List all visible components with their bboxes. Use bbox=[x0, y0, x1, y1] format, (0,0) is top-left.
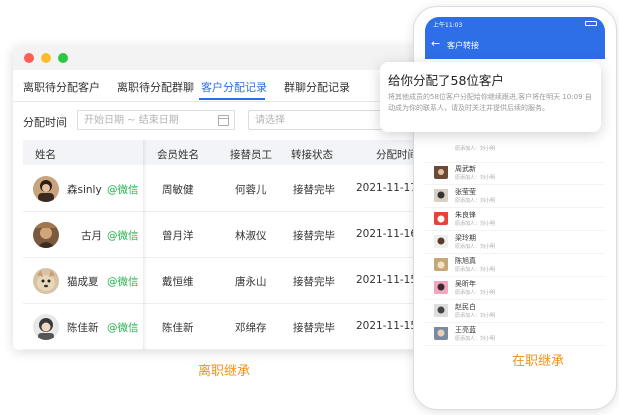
window-titlebar bbox=[13, 46, 433, 70]
successor-name: 唐永山 bbox=[235, 276, 267, 288]
active-inheritance-caption: 在职继承 bbox=[512, 354, 565, 369]
column-header-status: 转接状态 bbox=[291, 149, 333, 161]
list-item-sub: 原添加人：刘小明 bbox=[455, 244, 496, 250]
list-item-name: 张莹莹 bbox=[455, 188, 476, 196]
list-item-name: 周武新 bbox=[455, 165, 476, 173]
customer-name: 古月 bbox=[81, 230, 102, 242]
list-item-name: 赵民白 bbox=[455, 303, 476, 311]
list-item[interactable]: 朱良锋 原添加人：刘小明 bbox=[425, 207, 605, 231]
maximize-window-button[interactable] bbox=[58, 53, 68, 63]
member-name: 周敏健 bbox=[162, 184, 194, 196]
member-name: 戴恒维 bbox=[162, 276, 194, 288]
successor-name: 何蓉儿 bbox=[235, 184, 267, 196]
customer-name: 陈佳新 bbox=[67, 322, 99, 334]
close-window-button[interactable] bbox=[24, 53, 34, 63]
date-range-placeholder: 开始日期 ~ 结束日期 bbox=[84, 115, 179, 126]
transfer-status: 接替完毕 bbox=[293, 184, 335, 196]
select-placeholder: 请选择 bbox=[255, 115, 285, 126]
table-header: 姓名 会员姓名 接替员工 转接状态 分配时间 bbox=[23, 140, 433, 165]
avatar bbox=[434, 234, 448, 248]
avatar bbox=[434, 280, 448, 294]
minimize-window-button[interactable] bbox=[41, 53, 51, 63]
tab-group-assignment-records[interactable]: 群聊分配记录 bbox=[284, 79, 350, 95]
column-header-name: 姓名 bbox=[35, 149, 56, 161]
calendar-icon bbox=[218, 115, 229, 126]
successor-name: 林淑仪 bbox=[235, 230, 267, 242]
wechat-tag: @微信 bbox=[107, 276, 139, 288]
list-item-sub: 原添加人：刘小明 bbox=[455, 198, 496, 204]
list-item[interactable]: 原添加人：刘小明 bbox=[425, 139, 605, 163]
list-item[interactable]: 周武新 原添加人：刘小明 bbox=[425, 161, 605, 185]
battery-icon bbox=[585, 21, 597, 26]
list-item-sub: 原添加人：刘小明 bbox=[455, 146, 496, 152]
transfer-status: 接替完毕 bbox=[293, 322, 335, 334]
table-row[interactable]: 古月 @微信 曾月洋 林淑仪 接替完毕 2021-11-16 14 bbox=[23, 211, 433, 258]
list-item-sub: 原添加人：刘小明 bbox=[455, 221, 496, 227]
fixed-column-shadow bbox=[143, 140, 147, 350]
filter-bar: 分配时间 开始日期 ~ 结束日期 请选择 bbox=[13, 102, 433, 140]
customer-name: 森sinly bbox=[67, 184, 102, 196]
list-item-sub: 原添加人：刘小明 bbox=[455, 267, 496, 273]
column-header-member: 会员姓名 bbox=[157, 149, 199, 161]
list-item-name: 吴昕年 bbox=[455, 280, 476, 288]
transfer-status: 接替完毕 bbox=[293, 230, 335, 242]
desktop-window: 离职待分配客户 离职待分配群聊 客户分配记录 群聊分配记录 分配时间 开始日期 … bbox=[13, 46, 433, 350]
status-time: 上午11:03 bbox=[433, 22, 463, 29]
notification-body: 将其他成员的58位客户分配给你继续跟进,客户将在明天 10:09 自动成为你的联… bbox=[388, 93, 592, 112]
list-item-name: 梁玲期 bbox=[455, 234, 476, 242]
list-item[interactable]: 吴昕年 原添加人：刘小明 bbox=[425, 276, 605, 300]
date-range-picker[interactable]: 开始日期 ~ 结束日期 bbox=[77, 110, 235, 130]
assign-time-label: 分配时间 bbox=[23, 116, 67, 129]
wechat-tag: @微信 bbox=[107, 184, 139, 196]
avatar bbox=[434, 165, 448, 179]
table-row[interactable]: 森sinly @微信 周敏健 何蓉儿 接替完毕 2021-11-17 16 bbox=[23, 165, 433, 212]
avatar bbox=[434, 211, 448, 225]
avatar bbox=[33, 314, 59, 340]
list-item-name: 朱良锋 bbox=[455, 211, 476, 219]
avatar bbox=[33, 176, 59, 202]
member-name: 曾月洋 bbox=[162, 230, 194, 242]
list-item[interactable]: 王亮蓝 原添加人：刘小明 bbox=[425, 322, 605, 346]
table-row[interactable]: 猫成夏 @微信 戴恒维 唐永山 接替完毕 2021-11-15 17 bbox=[23, 257, 433, 304]
list-item-sub: 原添加人：刘小明 bbox=[455, 175, 496, 181]
avatar bbox=[33, 222, 59, 248]
successor-name: 邓绵存 bbox=[235, 322, 267, 334]
column-header-time: 分配时间 bbox=[376, 149, 418, 161]
list-item[interactable]: 梁玲期 原添加人：刘小明 bbox=[425, 230, 605, 254]
list-item[interactable]: 陈旭真 原添加人：刘小明 bbox=[425, 253, 605, 277]
avatar bbox=[434, 188, 448, 202]
notification-title: 给你分配了58位客户 bbox=[388, 73, 504, 88]
phone-title: 客户转接 bbox=[447, 41, 479, 50]
column-header-successor: 接替员工 bbox=[230, 149, 272, 161]
departed-inheritance-caption: 离职继承 bbox=[198, 364, 251, 379]
tab-departed-unassigned-customers[interactable]: 离职待分配客户 bbox=[23, 79, 100, 95]
avatar bbox=[434, 326, 448, 340]
list-item-sub: 原添加人：刘小明 bbox=[455, 313, 496, 319]
list-item-name: 王亮蓝 bbox=[455, 326, 476, 334]
avatar bbox=[33, 268, 59, 294]
transfer-status: 接替完毕 bbox=[293, 276, 335, 288]
phone-header: 上午11:03 ← 客户转接 bbox=[425, 17, 605, 59]
list-item-sub: 原添加人：刘小明 bbox=[455, 290, 496, 296]
table-row[interactable]: 陈佳新 @微信 陈佳新 邓绵存 接替完毕 2021-11-15 17 bbox=[23, 303, 433, 350]
customer-name: 猫成夏 bbox=[67, 276, 99, 288]
avatar bbox=[434, 257, 448, 271]
wechat-tag: @微信 bbox=[107, 322, 139, 334]
member-name: 陈佳新 bbox=[162, 322, 194, 334]
list-item[interactable]: 赵民白 原添加人：刘小明 bbox=[425, 299, 605, 323]
back-arrow-icon[interactable]: ← bbox=[431, 37, 440, 50]
tab-bar: 离职待分配客户 离职待分配群聊 客户分配记录 群聊分配记录 bbox=[13, 70, 433, 102]
list-item-name: 陈旭真 bbox=[455, 257, 476, 265]
assignment-notification-card[interactable]: 给你分配了58位客户 将其他成员的58位客户分配给你继续跟进,客户将在明天 10… bbox=[380, 62, 601, 132]
tab-customer-assignment-records[interactable]: 客户分配记录 bbox=[201, 79, 267, 95]
tab-departed-unassigned-groups[interactable]: 离职待分配群聊 bbox=[117, 79, 194, 95]
active-tab-indicator bbox=[199, 98, 265, 100]
list-item[interactable]: 张莹莹 原添加人：刘小明 bbox=[425, 184, 605, 208]
list-item-sub: 原添加人：刘小明 bbox=[455, 336, 496, 342]
avatar bbox=[434, 303, 448, 317]
wechat-tag: @微信 bbox=[107, 230, 139, 242]
